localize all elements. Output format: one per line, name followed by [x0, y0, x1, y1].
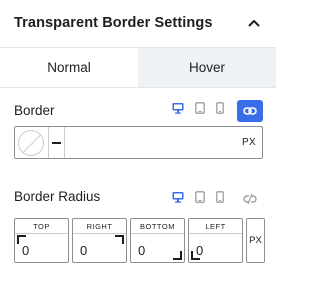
state-tabs: Normal Hover — [0, 47, 276, 88]
border-input-group: PX — [14, 126, 263, 159]
border-radius-label: Border Radius — [14, 189, 101, 204]
border-link-button[interactable] — [237, 100, 263, 122]
radius-top-input[interactable]: 0 — [22, 243, 29, 258]
divider — [189, 233, 242, 234]
border-width-input[interactable] — [65, 127, 242, 158]
radius-bottom-input[interactable]: 0 — [138, 243, 145, 258]
radius-right-label: RIGHT — [86, 222, 113, 231]
mobile-icon[interactable] — [216, 191, 224, 203]
border-unit-select[interactable]: PX — [242, 137, 256, 148]
radius-unit-select[interactable]: PX — [246, 218, 265, 263]
corner-bottom-right-icon — [173, 251, 182, 260]
tablet-icon[interactable] — [195, 191, 205, 203]
tab-normal[interactable]: Normal — [0, 48, 138, 87]
unlink-icon — [243, 193, 257, 205]
link-icon — [243, 107, 257, 115]
radius-left-label: LEFT — [205, 222, 226, 231]
border-label: Border — [14, 103, 55, 118]
divider — [15, 233, 68, 234]
divider — [131, 233, 184, 234]
panel-header[interactable]: Transparent Border Settings — [0, 0, 276, 45]
border-style-select[interactable] — [48, 127, 65, 158]
radius-bottom-field[interactable]: BOTTOM 0 — [130, 218, 185, 263]
border-radius-inputs: TOP 0 RIGHT 0 BOTTOM 0 LEFT 0 PX — [14, 218, 265, 263]
border-radius-device-switcher — [172, 191, 224, 203]
solid-line-icon — [52, 141, 61, 144]
border-color-picker[interactable] — [18, 129, 44, 156]
border-device-switcher — [172, 102, 224, 114]
desktop-icon[interactable] — [172, 102, 184, 114]
mobile-icon[interactable] — [216, 102, 224, 114]
divider — [73, 233, 126, 234]
tab-hover[interactable]: Hover — [138, 48, 276, 87]
radius-right-input[interactable]: 0 — [80, 243, 87, 258]
radius-bottom-label: BOTTOM — [140, 222, 175, 231]
radius-right-field[interactable]: RIGHT 0 — [72, 218, 127, 263]
radius-top-label: TOP — [33, 222, 50, 231]
border-radius-link-button[interactable] — [237, 188, 263, 210]
chevron-up-icon[interactable] — [248, 19, 260, 27]
panel-title: Transparent Border Settings — [14, 14, 213, 31]
tablet-icon[interactable] — [195, 102, 205, 114]
corner-top-right-icon — [115, 235, 124, 244]
radius-left-input[interactable]: 0 — [196, 243, 203, 258]
radius-left-field[interactable]: LEFT 0 — [188, 218, 243, 263]
desktop-icon[interactable] — [172, 191, 184, 203]
radius-top-field[interactable]: TOP 0 — [14, 218, 69, 263]
